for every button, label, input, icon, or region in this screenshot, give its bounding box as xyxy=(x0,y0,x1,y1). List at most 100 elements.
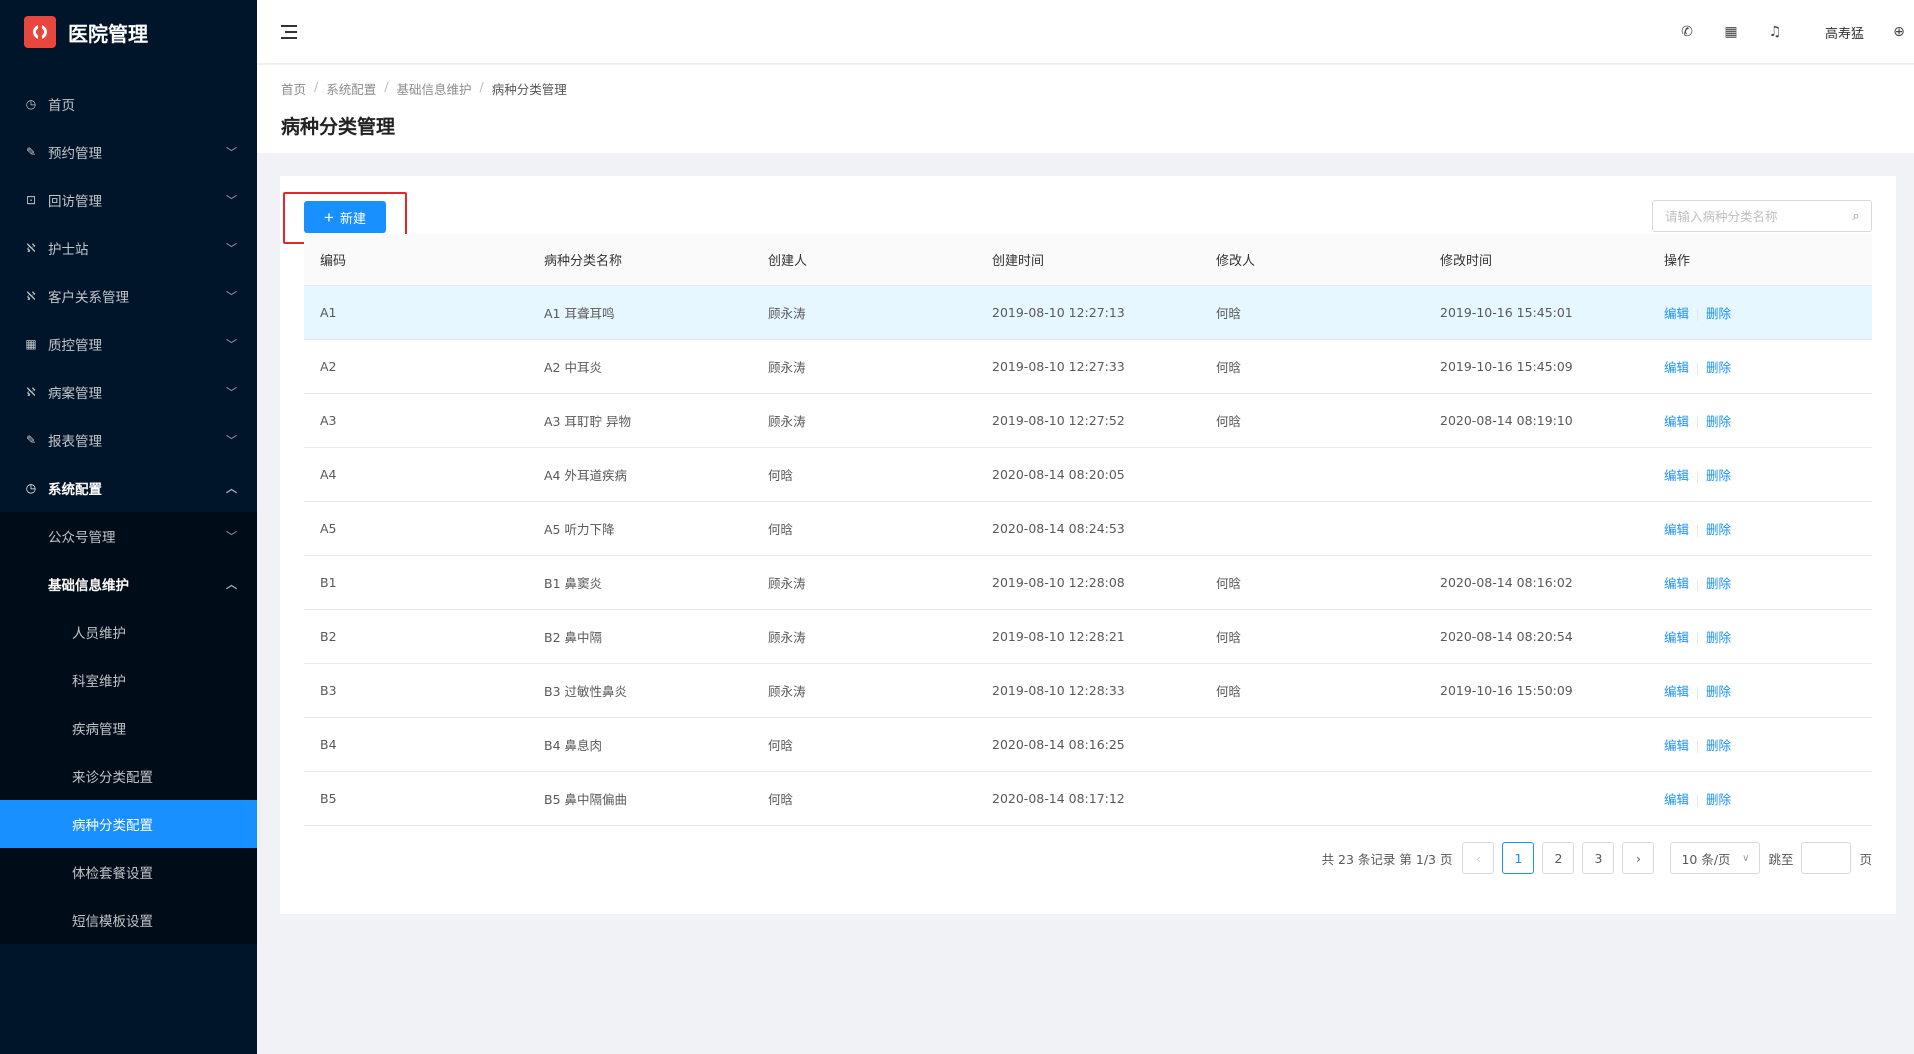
sidebar-basic-item-label: 病种分类配置 xyxy=(72,818,153,834)
action-divider xyxy=(1697,524,1699,537)
sidebar-item-6[interactable]: ℵ 病案管理 ﹀ xyxy=(0,368,257,416)
sidebar-item-8[interactable]: ◷ 系统配置 ︿ xyxy=(0,464,257,512)
sidebar-menu: ◷ 首页 ✎ 预约管理 ﹀ ⊡ 回访管理 ﹀ ℵ 护士站 ﹀ ℵ 客户关系管理 ﹀ ▦ 质控管理 ﹀ ℵ 病案管理 ﹀… xyxy=(0,80,257,944)
search-icon[interactable]: ⌕ xyxy=(1841,209,1871,224)
delete-link[interactable]: 删除 xyxy=(1706,414,1731,429)
search-input[interactable] xyxy=(1665,208,1841,224)
sidebar-item-label: 系统配置 xyxy=(48,482,102,498)
cell-actions: 编辑 删除 xyxy=(1648,465,1872,484)
table-row: B3 B3 过敏性鼻炎 顾永涛 2019-08-10 12:28:33 何晗 2019-1… xyxy=(304,664,1872,718)
delete-link[interactable]: 删除 xyxy=(1706,360,1731,375)
pagination-total: 共 23 条记录 第 1/3 页 xyxy=(1321,851,1453,867)
sidebar-item-label: 报表管理 xyxy=(48,434,102,450)
apps-grid-icon[interactable]: ▦ xyxy=(1709,24,1753,40)
cell-created: 2019-08-10 12:28:33 xyxy=(992,683,1125,698)
edit-icon: ✎ xyxy=(25,433,37,447)
breadcrumb-system-config[interactable]: 系统配置 xyxy=(326,79,376,98)
sidebar-subitem-1[interactable]: 基础信息维护 ︿ xyxy=(0,560,257,608)
sidebar-item-3[interactable]: ℵ 护士站 ﹀ xyxy=(0,224,257,272)
sidebar-basic-item-4[interactable]: 病种分类配置 xyxy=(0,800,257,848)
pagination-page-2[interactable]: 2 xyxy=(1542,842,1575,874)
cell-actions: 编辑 删除 xyxy=(1648,681,1872,700)
pagination-prev-button[interactable]: ‹ xyxy=(1462,842,1495,874)
sidebar-subitem-label: 公众号管理 xyxy=(48,530,116,546)
delete-link[interactable]: 删除 xyxy=(1706,630,1731,645)
sidebar-basic-item-2[interactable]: 疾病管理 xyxy=(0,704,257,752)
cell-actions: 编辑 删除 xyxy=(1648,411,1872,430)
edit-link[interactable]: 编辑 xyxy=(1664,630,1689,645)
search-box: ⌕ xyxy=(1652,200,1872,232)
phone-icon[interactable]: ✆ xyxy=(1665,24,1709,40)
sidebar-item-0[interactable]: ◷ 首页 xyxy=(0,80,257,128)
sidebar-subitem-0[interactable]: 公众号管理 ﹀ xyxy=(0,512,257,560)
cell-created: 2019-08-10 12:27:13 xyxy=(992,305,1125,320)
page-size-select[interactable]: 10 条/页 ∨ xyxy=(1670,842,1761,874)
table-row: A2 A2 中耳炎 顾永涛 2019-08-10 12:27:33 何晗 2019-10-… xyxy=(304,340,1872,394)
edit-link[interactable]: 编辑 xyxy=(1664,576,1689,591)
edit-link[interactable]: 编辑 xyxy=(1664,360,1689,375)
edit-link[interactable]: 编辑 xyxy=(1664,468,1689,483)
sidebar-basic-item-0[interactable]: 人员维护 xyxy=(0,608,257,656)
edit-link[interactable]: 编辑 xyxy=(1664,738,1689,753)
menu-fold-icon[interactable] xyxy=(281,24,299,39)
sidebar-basic-item-5[interactable]: 体检套餐设置 xyxy=(0,848,257,896)
pagination-next-button[interactable]: › xyxy=(1622,842,1655,874)
breadcrumb-home[interactable]: 首页 xyxy=(281,79,306,98)
edit-link[interactable]: 编辑 xyxy=(1664,522,1689,537)
cell-modified: 2019-10-16 15:50:09 xyxy=(1440,683,1573,698)
cell-name: B2 鼻中隔 xyxy=(544,630,603,645)
cell-modified: 2019-10-16 15:45:09 xyxy=(1440,359,1573,374)
sidebar-basic-item-6[interactable]: 短信模板设置 xyxy=(0,896,257,944)
sidebar-item-4[interactable]: ℵ 客户关系管理 ﹀ xyxy=(0,272,257,320)
chevron-down-icon: ﹀ xyxy=(226,530,237,543)
pagination-page-3[interactable]: 3 xyxy=(1582,842,1615,874)
sidebar-item-2[interactable]: ⊡ 回访管理 ﹀ xyxy=(0,176,257,224)
edit-link[interactable]: 编辑 xyxy=(1664,414,1689,429)
chevron-down-icon: ﹀ xyxy=(226,242,237,255)
cell-code: B1 xyxy=(320,575,337,590)
cell-actions: 编辑 删除 xyxy=(1648,627,1872,646)
delete-link[interactable]: 删除 xyxy=(1706,684,1731,699)
sidebar-item-7[interactable]: ✎ 报表管理 ﹀ xyxy=(0,416,257,464)
sidebar-basic-item-3[interactable]: 来诊分类配置 xyxy=(0,752,257,800)
sidebar-basic-item-1[interactable]: 科室维护 xyxy=(0,656,257,704)
breadcrumb-basic-info[interactable]: 基础信息维护 xyxy=(396,79,471,98)
cell-modifier: 何晗 xyxy=(1216,630,1242,645)
delete-link[interactable]: 删除 xyxy=(1706,738,1731,753)
logo-row[interactable]: 医院管理 xyxy=(0,0,257,64)
plus-icon: + xyxy=(324,207,334,227)
cell-created: 2020-08-14 08:17:12 xyxy=(992,791,1125,806)
new-button[interactable]: + 新建 xyxy=(304,201,386,233)
delete-link[interactable]: 删除 xyxy=(1706,792,1731,807)
cell-code: A4 xyxy=(320,467,337,482)
edit-link[interactable]: 编辑 xyxy=(1664,792,1689,807)
delete-link[interactable]: 删除 xyxy=(1706,306,1731,321)
breadcrumb-separator: / xyxy=(479,79,484,94)
pagination-page-1[interactable]: 1 xyxy=(1502,842,1535,874)
cell-modified: 2020-08-14 08:19:10 xyxy=(1440,413,1573,428)
cell-name: B5 鼻中隔偏曲 xyxy=(544,792,628,807)
action-divider xyxy=(1697,632,1699,645)
edit-link[interactable]: 编辑 xyxy=(1664,684,1689,699)
user-name[interactable]: 高寿猛 xyxy=(1825,23,1864,42)
column-header-creator: 创建人 xyxy=(768,254,808,269)
cell-creator: 顾永涛 xyxy=(768,360,806,375)
table-row: B4 B4 鼻息肉 何晗 2020-08-14 08:16:25 编辑 删除 xyxy=(304,718,1872,772)
cell-code: B4 xyxy=(320,737,337,752)
edit-link[interactable]: 编辑 xyxy=(1664,306,1689,321)
cell-created: 2020-08-14 08:16:25 xyxy=(992,737,1125,752)
cell-creator: 顾永涛 xyxy=(768,684,806,699)
pagination: 共 23 条记录 第 1/3 页 ‹ 1 2 3 › 10 条/页 ∨ 跳至 页 xyxy=(1322,842,1872,874)
delete-link[interactable]: 删除 xyxy=(1706,468,1731,483)
team-icon: ℵ xyxy=(26,385,36,399)
delete-link[interactable]: 删除 xyxy=(1706,522,1731,537)
sidebar-item-1[interactable]: ✎ 预约管理 ﹀ xyxy=(0,128,257,176)
jump-page-input[interactable] xyxy=(1801,842,1852,874)
bell-icon[interactable]: ♫ xyxy=(1753,24,1797,40)
delete-link[interactable]: 删除 xyxy=(1706,576,1731,591)
page-header: 首页 / 系统配置 / 基础信息维护 / 病种分类管理 病种分类管理 xyxy=(257,65,1914,153)
sidebar-item-5[interactable]: ▦ 质控管理 ﹀ xyxy=(0,320,257,368)
column-header-code: 编码 xyxy=(320,254,347,269)
system-config-submenu: 公众号管理 ﹀ 基础信息维护 ︿ 人员维护 科室维护 疾病管理 来诊分类配置病种分类配置体检套… xyxy=(0,512,257,944)
globe-icon[interactable]: ⊕ xyxy=(1884,24,1914,40)
